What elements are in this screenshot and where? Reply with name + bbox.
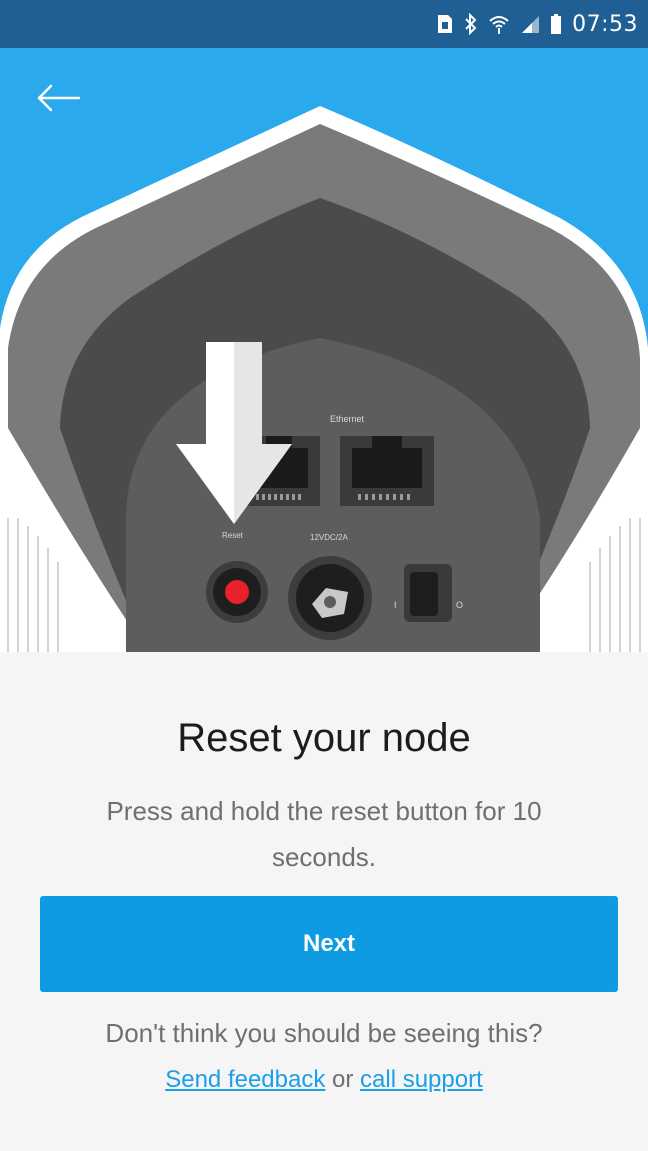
switch-on-label: I (394, 600, 397, 610)
power-jack-illustration (288, 556, 372, 640)
battery-icon (550, 13, 562, 35)
switch-off-label: O (456, 600, 463, 610)
help-question: Don't think you should be seeing this? (105, 1018, 543, 1048)
wifi-icon (488, 13, 510, 35)
content-panel: Reset your node Press and hold the reset… (0, 652, 648, 1151)
ethernet-port-2 (340, 436, 434, 506)
or-text: or (325, 1066, 361, 1093)
reset-label: Reset (222, 531, 244, 540)
hero-illustration: Ethernet Reset 12VDC/2A I O (0, 48, 648, 652)
sim-icon (436, 13, 454, 35)
send-feedback-link[interactable]: Send feedback (165, 1066, 325, 1093)
ethernet-label: Ethernet (330, 414, 365, 424)
power-label: 12VDC/2A (310, 533, 348, 542)
page-title: Reset your node (177, 716, 471, 760)
instruction-text: Press and hold the reset button for 10 s… (106, 796, 542, 872)
status-time: 07:53 (572, 11, 638, 37)
status-icons: 07:53 (436, 0, 638, 48)
node-bottom-illustration: Ethernet Reset 12VDC/2A I O (0, 106, 648, 652)
call-support-link[interactable]: call support (360, 1066, 483, 1093)
next-button[interactable]: Next (40, 896, 618, 992)
arrow-left-icon (37, 84, 81, 112)
signal-icon (520, 14, 540, 34)
reset-button-illustration (206, 561, 268, 623)
status-bar: 07:53 (0, 0, 648, 48)
bluetooth-icon (464, 13, 478, 35)
back-button[interactable] (30, 76, 86, 120)
app-screen: 07:53 Ethernet Reset 12VDC/2A I O Reset … (0, 0, 648, 1151)
help-links: Send feedback or call support (0, 1066, 648, 1094)
